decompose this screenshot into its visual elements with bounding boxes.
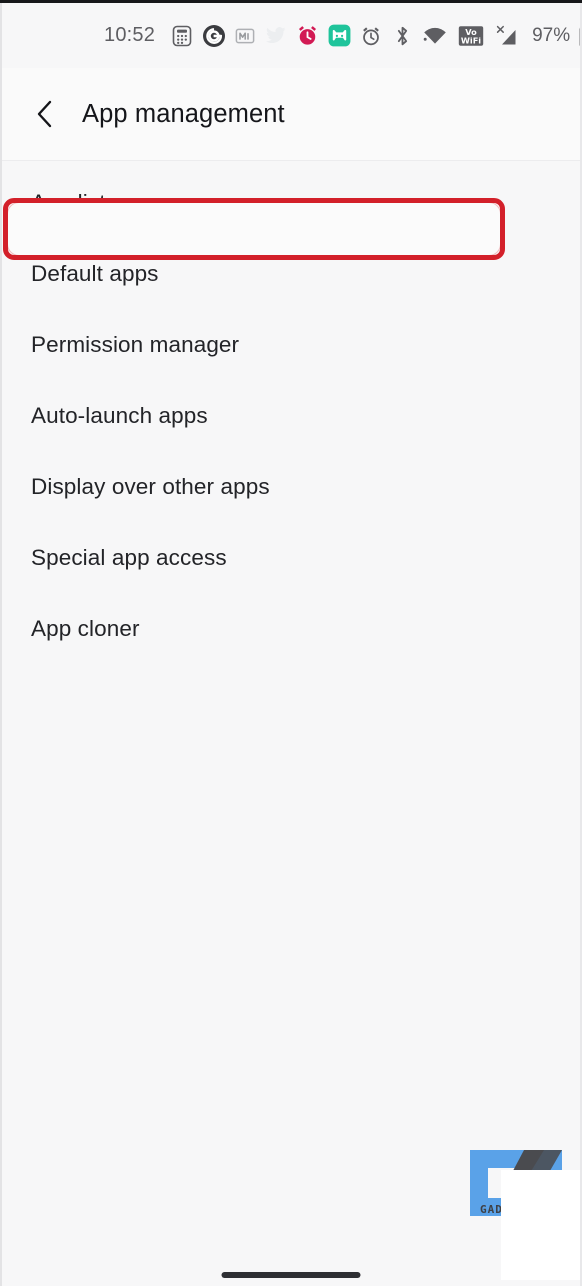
menu-item-default-apps[interactable]: Default apps [2, 238, 580, 309]
app-header: App management [2, 68, 580, 160]
menu-item-app-list[interactable]: App list [2, 167, 580, 238]
menu-item-label: Display over other apps [31, 473, 270, 499]
twitter-icon [264, 24, 287, 47]
status-bar: 10:52 Vo WiFi 97% [0, 3, 582, 68]
svg-text:WiFi: WiFi [461, 35, 481, 45]
menu-item-special-app-access[interactable]: Special app access [2, 522, 580, 593]
home-gesture-bar[interactable] [221, 1272, 361, 1278]
medium-icon [235, 26, 255, 46]
menu-item-label: Default apps [31, 260, 159, 286]
status-bar-right: Vo WiFi 97% [360, 24, 582, 48]
signal-no-sim-icon [495, 25, 519, 47]
menu-item-app-cloner[interactable]: App cloner [2, 593, 580, 664]
menu-item-label: Permission manager [31, 331, 240, 357]
menu-item-label: Auto-launch apps [31, 402, 208, 428]
google-icon [202, 24, 226, 48]
chevron-left-icon [37, 100, 52, 128]
device-bezel-left [0, 3, 2, 1286]
menu-item-display-over-other-apps[interactable]: Display over other apps [2, 451, 580, 522]
alarm-clock-icon [360, 25, 382, 47]
calculator-icon [171, 25, 193, 47]
alarm-active-icon [296, 24, 319, 47]
watermark-crop-mask [501, 1170, 580, 1280]
vowifi-icon: Vo WiFi [458, 25, 484, 47]
wifi-icon [423, 26, 447, 46]
back-button[interactable] [20, 88, 72, 140]
menu-item-label: App list [31, 189, 106, 215]
bluetooth-icon [393, 25, 412, 47]
page-title: App management [82, 99, 285, 128]
menu-item-auto-launch-apps[interactable]: Auto-launch apps [2, 380, 580, 451]
menu-item-label: App cloner [31, 615, 140, 641]
mi-icon [328, 24, 351, 47]
settings-list: App list Default apps Permission manager… [2, 161, 580, 1286]
menu-item-permission-manager[interactable]: Permission manager [2, 309, 580, 380]
battery-percent-label: 97% [532, 24, 571, 46]
status-clock: 10:52 [104, 24, 156, 46]
phone-screen: 10:52 Vo WiFi 97% App management App lis… [0, 0, 582, 1286]
status-bar-left: 10:52 [104, 24, 360, 48]
device-bezel-top [0, 0, 582, 3]
menu-item-label: Special app access [31, 544, 227, 570]
